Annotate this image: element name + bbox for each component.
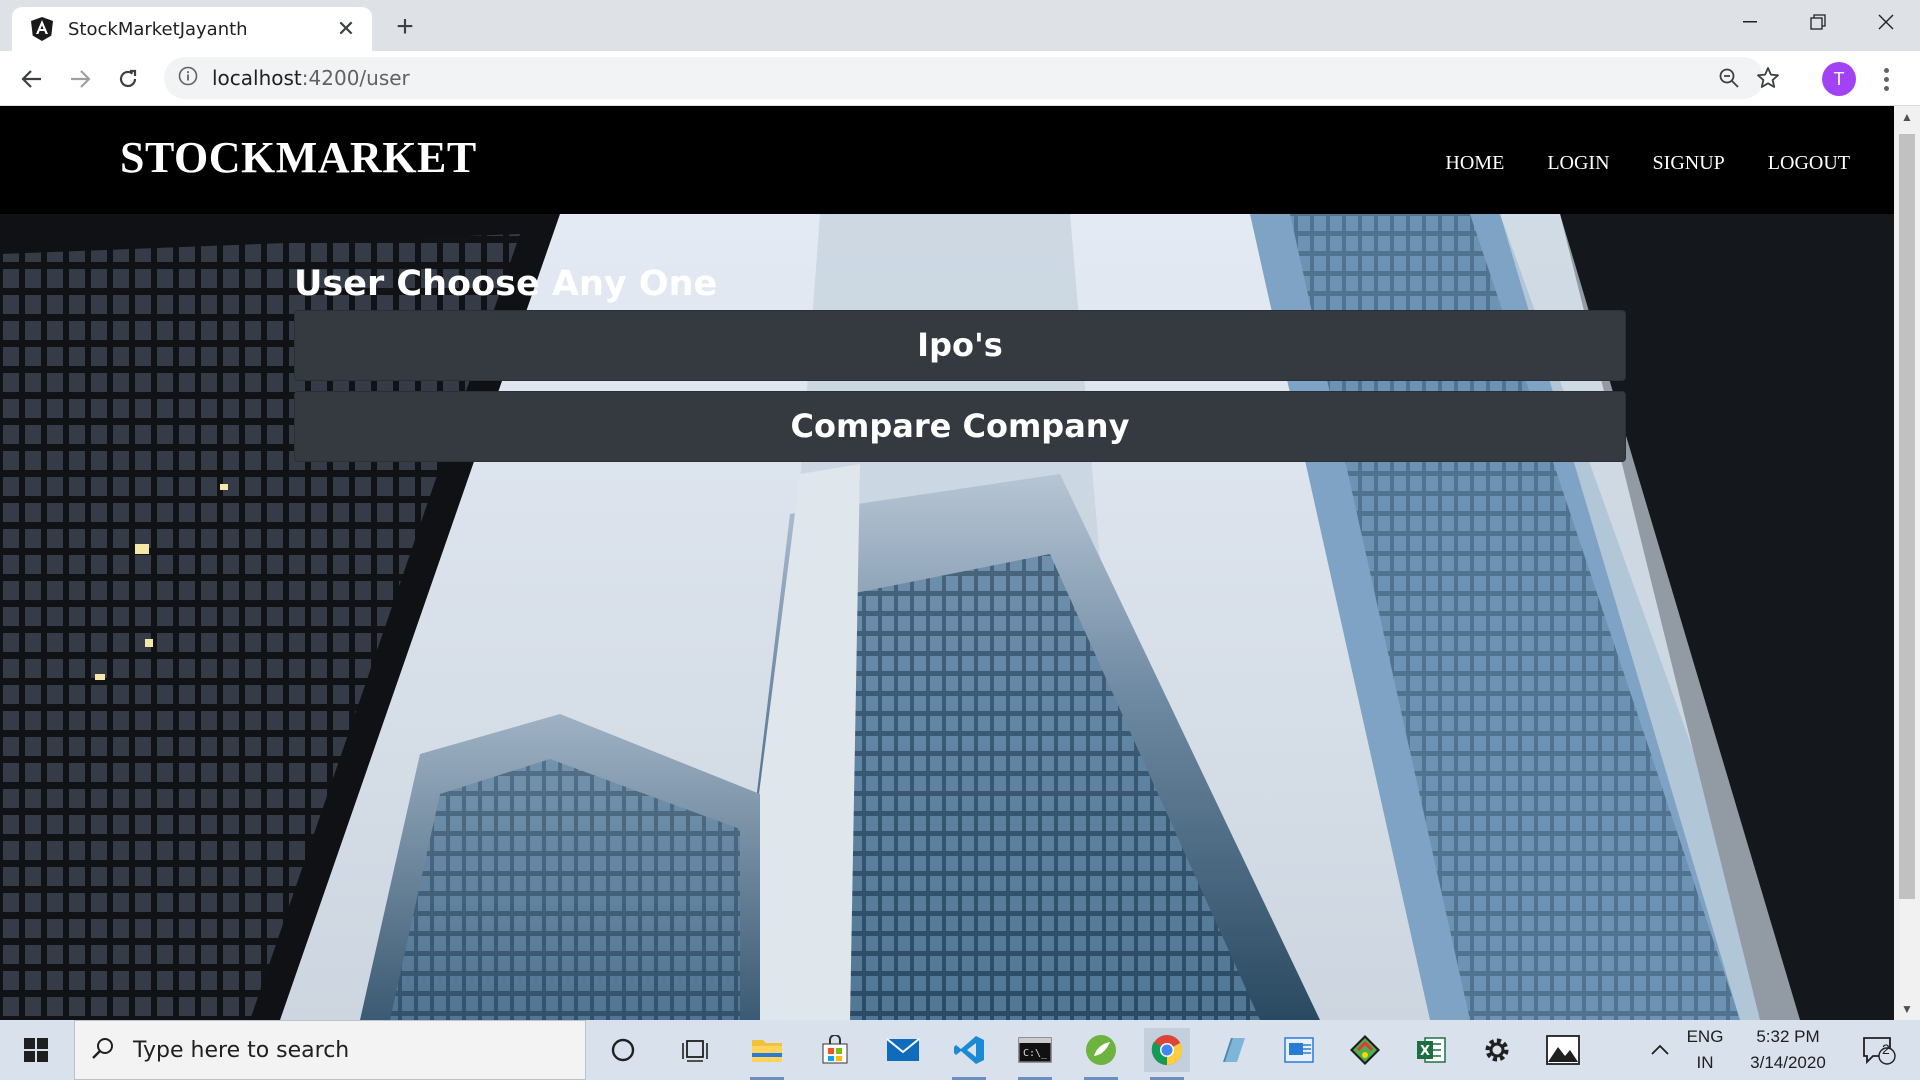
bookmark-star-icon[interactable] xyxy=(1756,57,1780,99)
hero-background: User Choose Any One Ipo's Compare Compan… xyxy=(0,214,1894,1020)
zoom-icon[interactable] xyxy=(1718,57,1740,99)
profile-avatar[interactable]: T xyxy=(1822,62,1856,96)
excel-icon[interactable]: X xyxy=(1408,1028,1454,1072)
browser-tab[interactable]: StockMarketJayanth ✕ xyxy=(12,7,372,51)
language-top: ENG xyxy=(1686,1027,1724,1046)
info-icon[interactable] xyxy=(178,66,198,91)
svg-text:C:\_: C:\_ xyxy=(1023,1048,1048,1059)
scroll-down-arrow-icon[interactable]: ▼ xyxy=(1894,998,1920,1020)
url-path: :4200/user xyxy=(301,66,410,90)
task-view-icon[interactable] xyxy=(672,1028,718,1072)
taskbar-clock[interactable]: 5:32 PM 3/14/2020 xyxy=(1728,1024,1848,1076)
mail-icon[interactable] xyxy=(880,1028,926,1072)
language-bottom: IN xyxy=(1696,1053,1714,1072)
restore-icon[interactable] xyxy=(1784,0,1852,44)
vscode-icon[interactable] xyxy=(946,1028,992,1080)
settings-gear-icon[interactable] xyxy=(1474,1028,1520,1072)
outlook-icon[interactable] xyxy=(1276,1028,1322,1072)
reload-icon[interactable] xyxy=(110,61,146,97)
nav-home-link[interactable]: HOME xyxy=(1445,152,1504,175)
close-window-icon[interactable] xyxy=(1852,0,1920,44)
nav-logout-link[interactable]: LOGOUT xyxy=(1768,152,1850,175)
back-arrow-icon[interactable] xyxy=(14,61,50,97)
search-placeholder: Type here to search xyxy=(133,1037,350,1063)
spring-icon[interactable] xyxy=(1078,1028,1124,1080)
angular-icon xyxy=(30,17,54,41)
forward-arrow-icon[interactable] xyxy=(62,61,98,97)
new-tab-button[interactable]: + xyxy=(388,11,422,45)
search-icon xyxy=(91,1036,115,1065)
tab-close-icon[interactable]: ✕ xyxy=(334,17,358,41)
url-host: localhost xyxy=(212,66,302,90)
menu-kebab-icon[interactable] xyxy=(1876,63,1896,95)
page-viewport: STOCKMARKET HOME LOGIN SIGNUP LOGOUT Use… xyxy=(0,106,1894,1020)
minimize-icon[interactable] xyxy=(1716,0,1784,44)
scroll-thumb[interactable] xyxy=(1899,134,1915,899)
address-bar[interactable]: localhost:4200/user xyxy=(164,57,1779,99)
photos-icon[interactable] xyxy=(1540,1028,1586,1072)
notepad-icon[interactable] xyxy=(1210,1028,1256,1072)
nav-signup-link[interactable]: SIGNUP xyxy=(1653,152,1725,175)
scroll-up-arrow-icon[interactable]: ▲ xyxy=(1894,106,1920,128)
language-indicator[interactable]: ENG IN xyxy=(1680,1024,1730,1076)
tray-chevron-up-icon[interactable] xyxy=(1650,1020,1670,1080)
site-nav-links: HOME LOGIN SIGNUP LOGOUT xyxy=(1445,152,1850,175)
notification-count: 2 xyxy=(1882,1041,1890,1057)
compare-company-button[interactable]: Compare Company xyxy=(294,391,1626,462)
browser-toolbar: localhost:4200/user T xyxy=(0,51,1920,106)
windows-taskbar: Type here to search C:\_ X ENG IN 5:32 PM… xyxy=(0,1020,1920,1080)
file-explorer-icon[interactable] xyxy=(744,1028,790,1080)
git-icon[interactable] xyxy=(1342,1028,1388,1072)
store-icon[interactable] xyxy=(812,1028,858,1072)
clock-time: 5:32 PM xyxy=(1756,1027,1820,1046)
page-heading: User Choose Any One xyxy=(294,264,718,304)
choice-panel: User Choose Any One Ipo's Compare Compan… xyxy=(294,264,1626,472)
site-brand[interactable]: STOCKMARKET xyxy=(120,132,477,183)
windows-start-icon[interactable] xyxy=(0,1020,72,1080)
page-scrollbar[interactable]: ▲ ▼ xyxy=(1894,106,1920,1020)
action-center-icon[interactable]: 2 xyxy=(1862,1020,1896,1080)
nav-login-link[interactable]: LOGIN xyxy=(1547,152,1609,175)
terminal-icon[interactable]: C:\_ xyxy=(1012,1028,1058,1080)
ipos-button[interactable]: Ipo's xyxy=(294,310,1626,381)
clock-date: 3/14/2020 xyxy=(1750,1053,1826,1072)
site-navbar: STOCKMARKET HOME LOGIN SIGNUP LOGOUT xyxy=(0,106,1894,214)
chrome-icon[interactable] xyxy=(1144,1028,1190,1080)
url-text: localhost:4200/user xyxy=(212,66,410,90)
tab-title: StockMarketJayanth xyxy=(68,18,248,40)
cortana-icon[interactable] xyxy=(600,1028,646,1072)
svg-text:X: X xyxy=(1420,1044,1430,1059)
browser-tabstrip: StockMarketJayanth ✕ + xyxy=(0,0,1920,51)
taskbar-search-box[interactable]: Type here to search xyxy=(74,1020,586,1080)
